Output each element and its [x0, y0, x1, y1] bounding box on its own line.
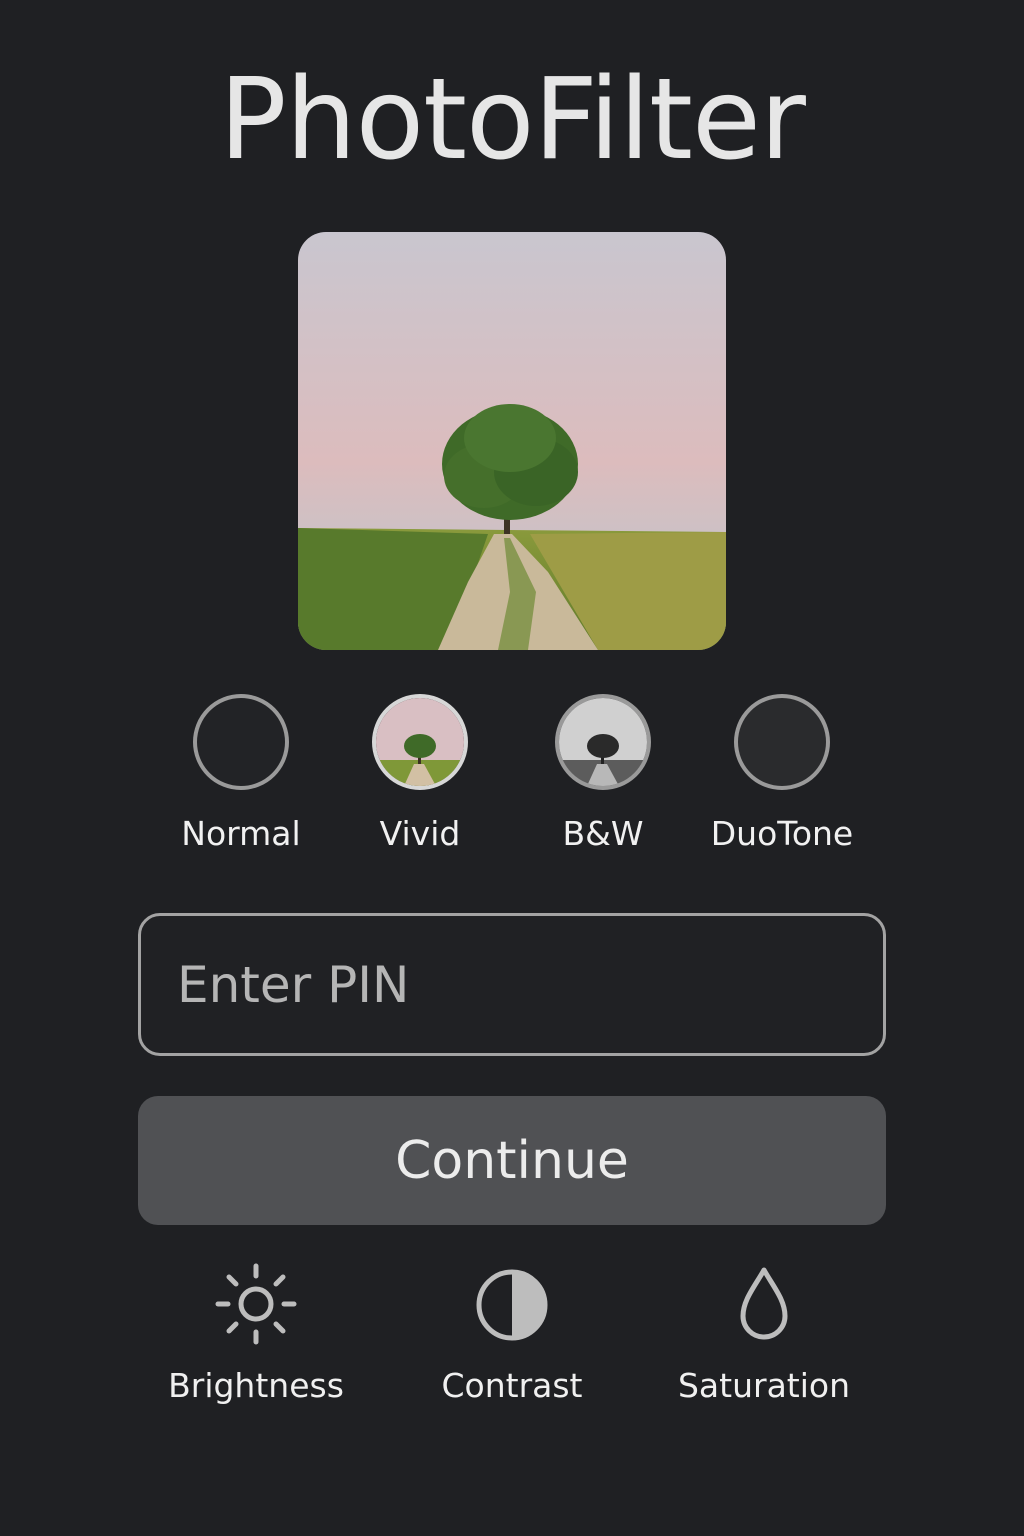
filter-bw[interactable]: B&W — [513, 694, 693, 852]
tool-brightness-label: Brightness — [168, 1366, 344, 1405]
filter-normal-label: Normal — [181, 814, 301, 853]
filter-normal-thumbnail — [193, 694, 289, 790]
filter-bw-label: B&W — [562, 814, 644, 853]
tool-contrast[interactable]: Contrast — [382, 1262, 642, 1404]
continue-button[interactable]: Continue — [138, 1096, 886, 1225]
drop-icon — [740, 1267, 788, 1340]
tool-saturation[interactable]: Saturation — [634, 1262, 894, 1404]
contrast-icon — [476, 1269, 548, 1341]
filter-duotone[interactable]: DuoTone — [692, 694, 872, 852]
filter-bw-thumbnail — [555, 694, 651, 790]
sun-icon — [215, 1263, 297, 1345]
app-title: PhotoFilter — [219, 55, 806, 185]
tool-brightness[interactable]: Brightness — [126, 1262, 386, 1404]
tool-saturation-label: Saturation — [677, 1366, 851, 1405]
filter-duotone-thumbnail — [734, 694, 830, 790]
pin-input[interactable] — [141, 916, 883, 1053]
photofilter-screen: PhotoFilter Normal Vivid B&W DuoTone Con… — [0, 0, 1024, 1536]
filter-vivid[interactable]: Vivid — [330, 694, 510, 852]
tool-contrast-label: Contrast — [441, 1366, 583, 1405]
filter-vivid-thumbnail — [372, 694, 468, 790]
photo-preview — [298, 232, 726, 650]
pin-field — [138, 913, 886, 1056]
filter-vivid-label: Vivid — [379, 814, 461, 853]
filter-normal[interactable]: Normal — [151, 694, 331, 852]
filter-duotone-label: DuoTone — [710, 814, 854, 853]
